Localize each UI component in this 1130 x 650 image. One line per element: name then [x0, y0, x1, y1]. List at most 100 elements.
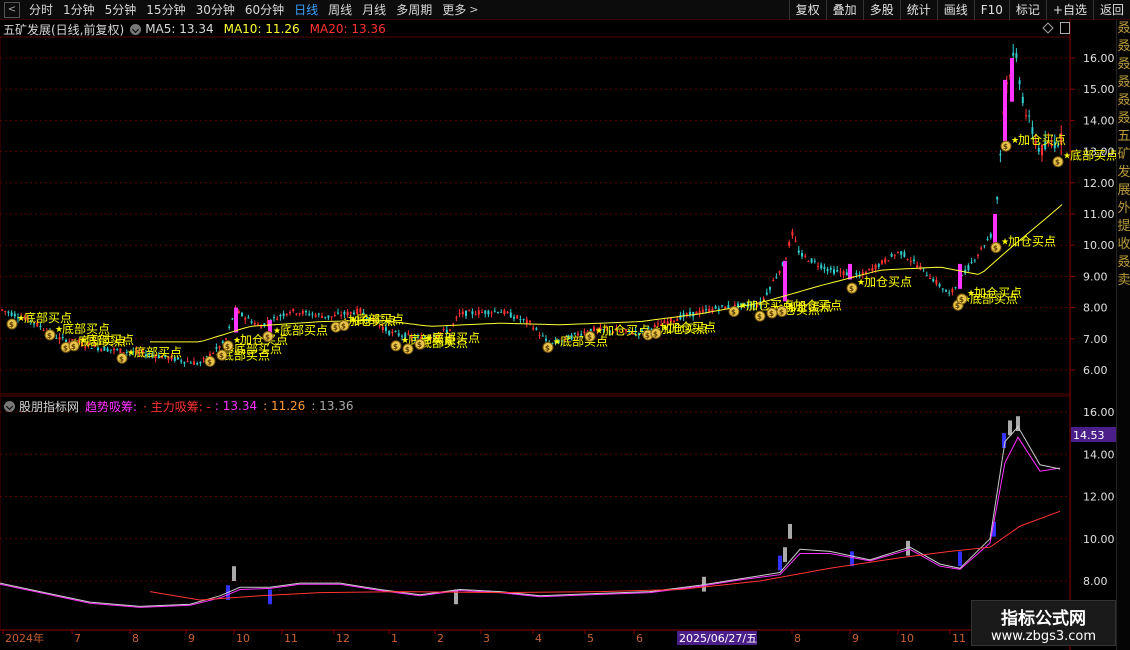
period-tab-0[interactable]: 分时: [24, 0, 58, 20]
candle-body: [241, 312, 243, 316]
dollar-sign-icon: $: [405, 346, 410, 354]
candle-body: [913, 259, 915, 261]
candle-body: [1028, 115, 1031, 117]
period-tab-4[interactable]: 30分钟: [191, 0, 240, 20]
signal-label: 底部买点: [134, 344, 182, 359]
side-label[interactable]: 叒: [1117, 254, 1130, 272]
dollar-sign-icon: $: [959, 296, 964, 304]
period-tab-3[interactable]: 15分钟: [141, 0, 190, 20]
candle-body: [871, 268, 874, 272]
dollar-sign-icon: $: [645, 332, 650, 340]
period-tab-7[interactable]: 周线: [323, 0, 357, 20]
candle-body: [442, 328, 445, 330]
side-label[interactable]: 叒: [1117, 38, 1130, 56]
candle-body: [989, 233, 992, 238]
tool-button-2[interactable]: 多股: [862, 0, 900, 20]
candle-body: [317, 313, 320, 315]
candle-body: [797, 250, 800, 253]
candle-body: [500, 311, 503, 313]
side-label[interactable]: 卖: [1117, 272, 1130, 290]
candle-body: [10, 312, 13, 316]
candle-body: [180, 360, 183, 362]
date-tick-label: 9: [852, 632, 859, 645]
period-tab-10[interactable]: 更多: [437, 0, 471, 20]
candle-body: [541, 335, 544, 337]
candle-body: [55, 337, 58, 339]
tool-button-6[interactable]: 标记: [1008, 0, 1046, 20]
period-tab-2[interactable]: 5分钟: [100, 0, 142, 20]
side-label[interactable]: 提: [1117, 218, 1130, 236]
candle-body: [109, 349, 112, 351]
tool-button-5[interactable]: F10: [973, 0, 1009, 20]
period-tab-1[interactable]: 1分钟: [58, 0, 100, 20]
candle-body: [932, 278, 935, 282]
chevron-down-icon[interactable]: [130, 23, 142, 35]
panel-toggle-icon[interactable]: [1060, 22, 1070, 34]
price-tick-label: 12.00: [1083, 177, 1115, 190]
indicator-bar: [232, 566, 236, 581]
period-tab-5[interactable]: 60分钟: [240, 0, 289, 20]
chevron-down-icon[interactable]: [4, 400, 15, 412]
candle-body: [183, 361, 186, 364]
tool-button-3[interactable]: 统计: [899, 0, 937, 20]
tool-button-1[interactable]: 叠加: [825, 0, 863, 20]
candle-body: [513, 316, 515, 319]
side-label[interactable]: 收: [1117, 236, 1130, 254]
candle-body: [973, 260, 976, 262]
candle-body: [1015, 53, 1018, 59]
side-label[interactable]: 展: [1117, 182, 1130, 200]
main-chart-header: 五矿发展(日线,前复权) MA5: 13.34 MA10: 11.26 MA20…: [0, 21, 1070, 37]
stock-title: 五矿发展(日线,前复权): [3, 22, 125, 37]
chevron-right-icon[interactable]: >: [469, 3, 478, 16]
tool-button-7[interactable]: +自选: [1045, 0, 1093, 20]
indicator-tick-label: 10.00: [1083, 533, 1115, 546]
tool-button-8[interactable]: 返回: [1092, 0, 1130, 20]
price-tick-label: 11.00: [1083, 208, 1115, 221]
side-label[interactable]: 叒: [1117, 74, 1130, 92]
candle-body: [801, 253, 803, 257]
dollar-sign-icon: $: [265, 333, 270, 341]
main-chart-frame: [0, 36, 1071, 395]
candle-body: [314, 314, 317, 317]
candle-body: [893, 255, 896, 257]
tool-button-0[interactable]: 复权: [788, 0, 826, 20]
candle-body: [820, 264, 823, 269]
candle-body: [685, 313, 688, 316]
indicator-header: 股朋指标网 趋势吸筹: · 主力吸筹: - : 13.34 : 11.26 : …: [0, 398, 1070, 414]
side-label[interactable]: 矿: [1117, 146, 1130, 164]
candle-body: [529, 320, 531, 323]
side-label[interactable]: 外: [1117, 200, 1130, 218]
side-label[interactable]: 五: [1117, 128, 1130, 146]
side-label[interactable]: 叒: [1117, 20, 1130, 38]
dollar-sign-icon: $: [587, 333, 592, 341]
candle-body: [58, 337, 61, 340]
dollar-sign-icon: $: [47, 332, 52, 340]
candle-body: [826, 268, 829, 272]
period-tab-6[interactable]: 日线: [289, 0, 323, 20]
candle-body: [327, 315, 330, 318]
side-label[interactable]: 发: [1117, 164, 1130, 182]
diamond-icon[interactable]: [1042, 22, 1054, 34]
indicator-value-3: : 13.36: [311, 399, 354, 413]
candle-body: [909, 261, 912, 263]
candle-body: [225, 338, 227, 340]
candle-body: [538, 334, 541, 336]
side-label[interactable]: 叒: [1117, 56, 1130, 74]
candle-body: [461, 311, 464, 315]
candle-body: [721, 305, 723, 307]
side-label[interactable]: 叒: [1117, 92, 1130, 110]
trend-accumulation-label: 趋势吸筹:: [85, 399, 138, 414]
signal-label: 底部买点: [86, 332, 134, 347]
ma5-readout: MA5: 13.34: [145, 22, 214, 36]
candle-body: [388, 330, 391, 335]
side-label[interactable]: 叒: [1117, 110, 1130, 128]
period-tab-9[interactable]: 多周期: [391, 0, 437, 20]
date-tick-label: 6: [636, 632, 643, 645]
dollar-sign-icon: $: [779, 308, 784, 316]
date-tick-label: 1: [391, 632, 398, 645]
tool-button-4[interactable]: 画线: [936, 0, 974, 20]
stock-chart[interactable]: 16.0015.0014.0013.0012.0011.0010.009.008…: [0, 0, 1130, 650]
back-arrow-icon[interactable]: <: [4, 1, 20, 18]
period-tab-8[interactable]: 月线: [357, 0, 391, 20]
right-side-panel[interactable]: 叒叒叒叒叒叒五矿发展外提收叒卖: [1116, 20, 1130, 650]
